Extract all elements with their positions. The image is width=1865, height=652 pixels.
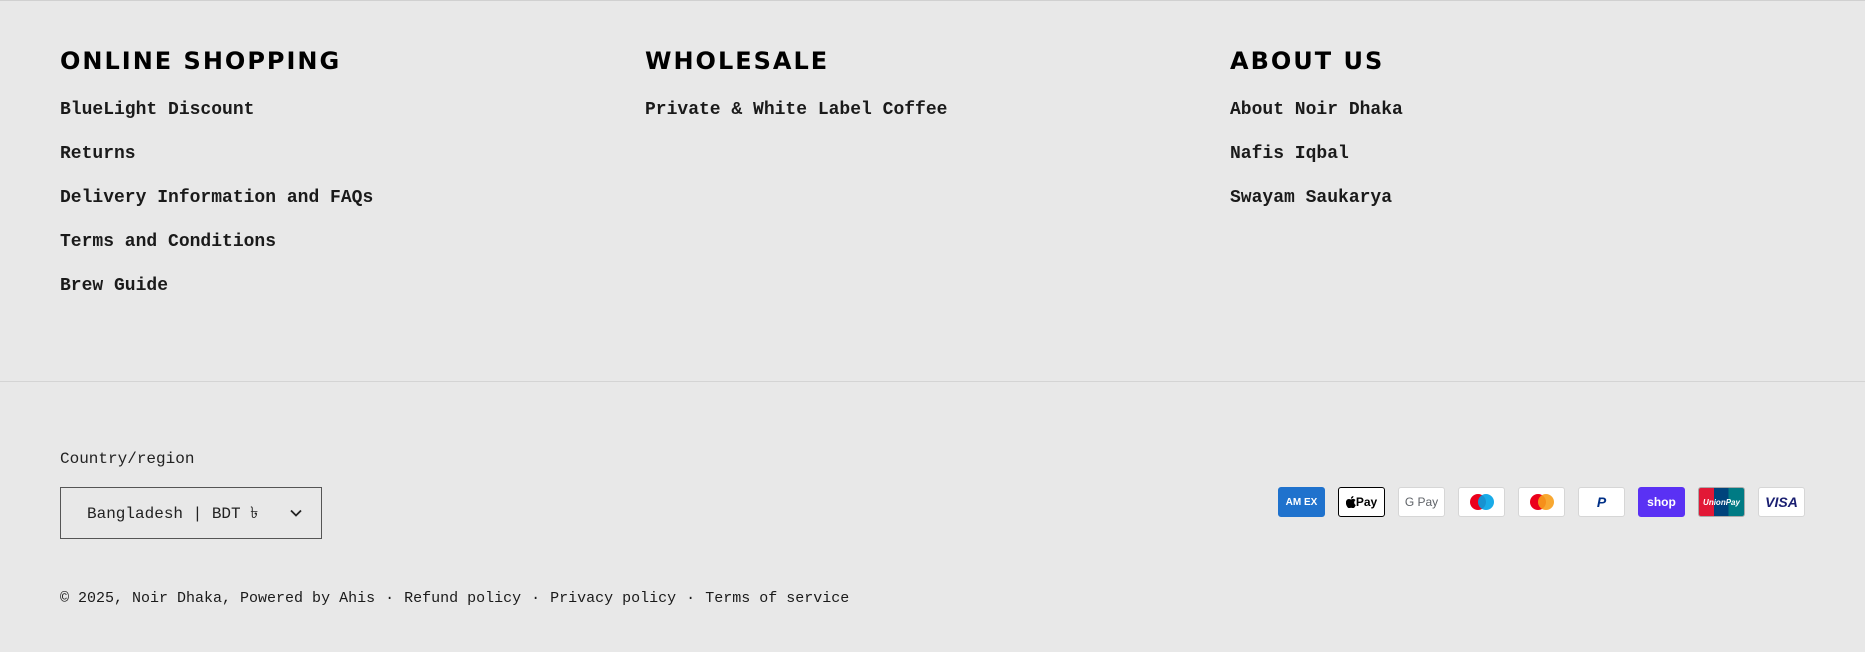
bluelight-discount-link[interactable]: BlueLight Discount [60,98,254,122]
online-shopping-heading: ONLINE SHOPPING [60,47,342,75]
terms-of-service-link[interactable]: Terms of service [705,590,849,607]
country-region-value: Bangladesh | BDT ৳ [87,504,259,523]
about-noir-dhaka-link[interactable]: About Noir Dhaka [1230,98,1403,122]
country-region-selector[interactable]: Bangladesh | BDT ৳ [60,487,322,539]
returns-link[interactable]: Returns [60,142,136,166]
powered-by-text: , Powered by Ahis [222,590,376,607]
wholesale-links: Private & White Label Coffee [645,98,947,142]
online-shopping-links: BlueLight Discount Returns Delivery Info… [60,98,373,318]
online-shopping-column: ONLINE SHOPPING BlueLight Discount Retur… [60,46,373,318]
delivery-information-link[interactable]: Delivery Information and FAQs [60,186,373,210]
copyright-bar: © 2025, Noir Dhaka, Powered by Ahis · Re… [60,590,849,607]
refund-policy-link[interactable]: Refund policy [404,590,521,607]
paypal-icon: P [1578,487,1625,517]
privacy-policy-link[interactable]: Privacy policy [550,590,676,607]
about-us-links: About Noir Dhaka Nafis Iqbal Swayam Sauk… [1230,98,1403,230]
separator-dot: · [686,590,696,607]
terms-and-conditions-link[interactable]: Terms and Conditions [60,230,276,254]
unionpay-label-1: Union [1703,497,1726,507]
google-pay-icon: G Pay [1398,487,1445,517]
apple-logo-icon [1345,496,1356,508]
wholesale-column: WHOLESALE Private & White Label Coffee [645,46,947,142]
separator-dot: · [385,590,395,607]
about-us-heading: ABOUT US [1230,47,1385,75]
unionpay-icon: UnionPay [1698,487,1745,517]
maestro-circles-icon [1469,494,1494,510]
country-region-label: Country/region [60,450,195,468]
copyright-text: © 2025, [60,590,124,607]
swayam-saukarya-link[interactable]: Swayam Saukarya [1230,186,1392,210]
mastercard-circles-icon [1529,494,1554,510]
private-white-label-coffee-link[interactable]: Private & White Label Coffee [645,98,947,122]
american-express-icon: AM EX [1278,487,1325,517]
brew-guide-link[interactable]: Brew Guide [60,274,168,298]
separator-dot: · [531,590,541,607]
wholesale-heading: WHOLESALE [645,47,830,75]
nafis-iqbal-link[interactable]: Nafis Iqbal [1230,142,1349,166]
unionpay-label-2: Pay [1725,497,1740,507]
visa-icon: VISA [1758,487,1805,517]
section-divider [0,381,1865,382]
about-us-column: ABOUT US About Noir Dhaka Nafis Iqbal Sw… [1230,46,1403,230]
payment-icons: AM EX Pay G Pay P shop UnionPay VISA [1278,487,1805,517]
apple-pay-label: Pay [1355,495,1378,509]
chevron-down-icon [290,509,302,517]
apple-pay-icon: Pay [1338,487,1385,517]
footer-link-columns: ONLINE SHOPPING BlueLight Discount Retur… [0,0,1865,380]
shop-pay-icon: shop [1638,487,1685,517]
maestro-icon [1458,487,1505,517]
store-name-link[interactable]: Noir Dhaka [132,590,222,607]
mastercard-icon [1518,487,1565,517]
